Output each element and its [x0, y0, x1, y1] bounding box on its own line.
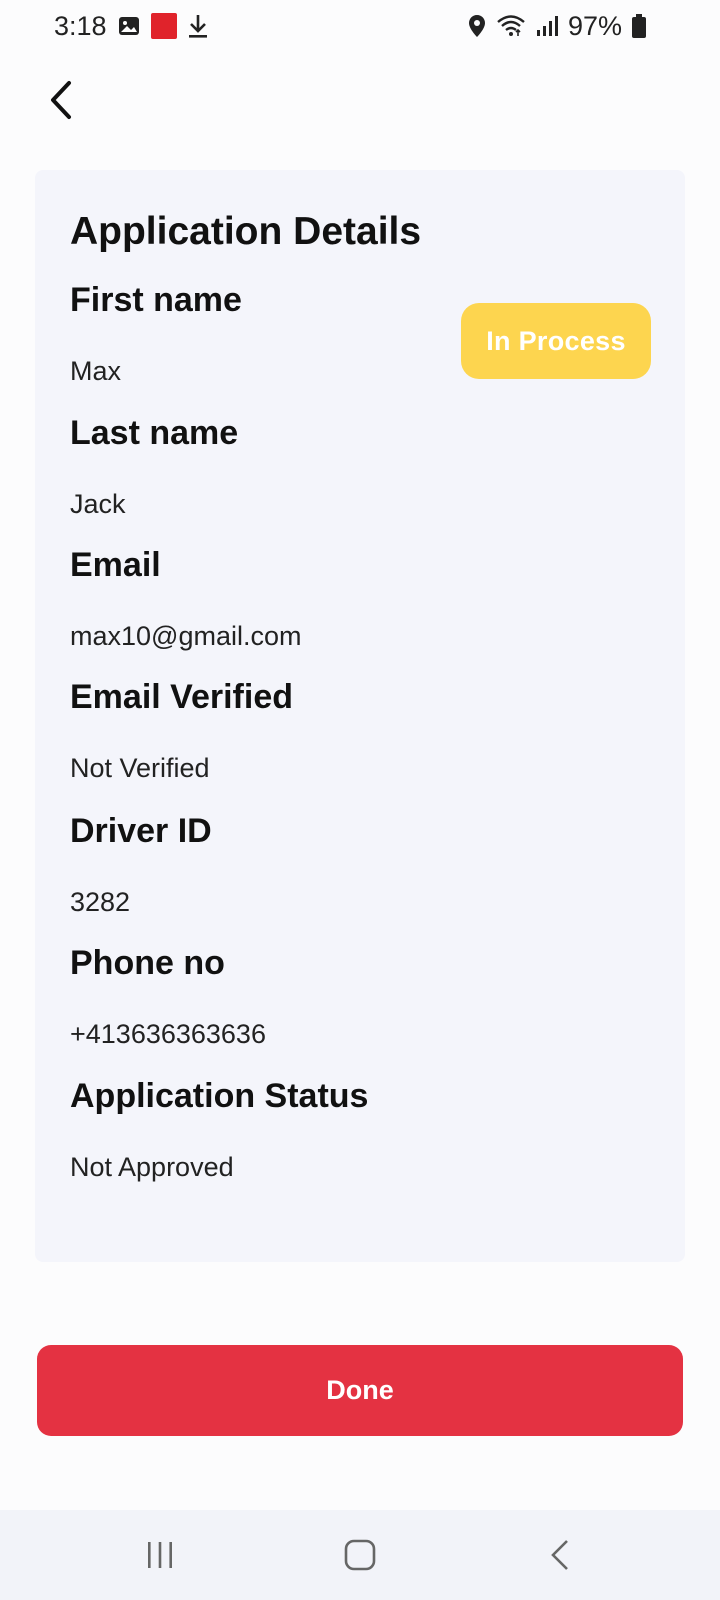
field-label: Last name [70, 414, 239, 452]
field-label: Email [70, 546, 161, 584]
status-badge: In Process [461, 303, 651, 379]
field-label: Driver ID [70, 812, 212, 850]
home-button[interactable] [315, 1520, 405, 1590]
driver-id-field: Driver ID 3282 [70, 812, 212, 918]
back-button[interactable] [30, 70, 90, 130]
field-label: Application Status [70, 1077, 369, 1115]
system-back-button[interactable] [515, 1520, 605, 1590]
field-value: 3282 [70, 887, 131, 917]
done-button[interactable]: Done [37, 1345, 683, 1436]
recent-apps-icon [148, 1542, 172, 1568]
signal-icon [536, 15, 558, 37]
field-label: Email Verified [70, 678, 293, 716]
gallery-icon [117, 14, 141, 38]
status-bar: 3:18 97% [0, 0, 720, 52]
wifi-icon [496, 14, 526, 38]
recent-apps-button[interactable] [115, 1520, 205, 1590]
download-icon [187, 13, 209, 39]
status-bar-left: 3:18 [54, 11, 209, 42]
application-status-field: Application Status Not Approved [70, 1077, 368, 1183]
back-arrow-icon [51, 81, 71, 119]
field-value: max10@gmail.com [70, 621, 302, 651]
field-value: Jack [70, 489, 126, 519]
field-value: +413636363636 [70, 1019, 266, 1049]
first-name-field: First name Max [70, 281, 242, 387]
home-icon [344, 1539, 376, 1571]
application-details-card: Application Details In Process First nam… [35, 170, 685, 1262]
card-title: Application Details [70, 210, 422, 253]
field-label: First name [70, 281, 242, 319]
field-value: Not Verified [70, 753, 210, 783]
news-app-icon [150, 13, 177, 39]
system-back-icon [551, 1540, 568, 1570]
field-value: Max [70, 356, 122, 386]
phone-field: Phone no +413636363636 [70, 944, 266, 1050]
status-time: 3:18 [54, 10, 107, 41]
screen: 3:18 97% Application Details In Process … [0, 0, 720, 1600]
location-icon [468, 14, 486, 38]
status-bar-right: 97% [468, 11, 646, 42]
email-verified-field: Email Verified Not Verified [70, 678, 293, 784]
field-label: Phone no [70, 944, 225, 982]
battery-icon [632, 14, 646, 38]
system-nav-bar [0, 1510, 720, 1600]
last-name-field: Last name Jack [70, 414, 238, 520]
field-value: Not Approved [70, 1152, 234, 1182]
battery-percent: 97% [567, 10, 622, 41]
email-field: Email max10@gmail.com [70, 546, 301, 652]
